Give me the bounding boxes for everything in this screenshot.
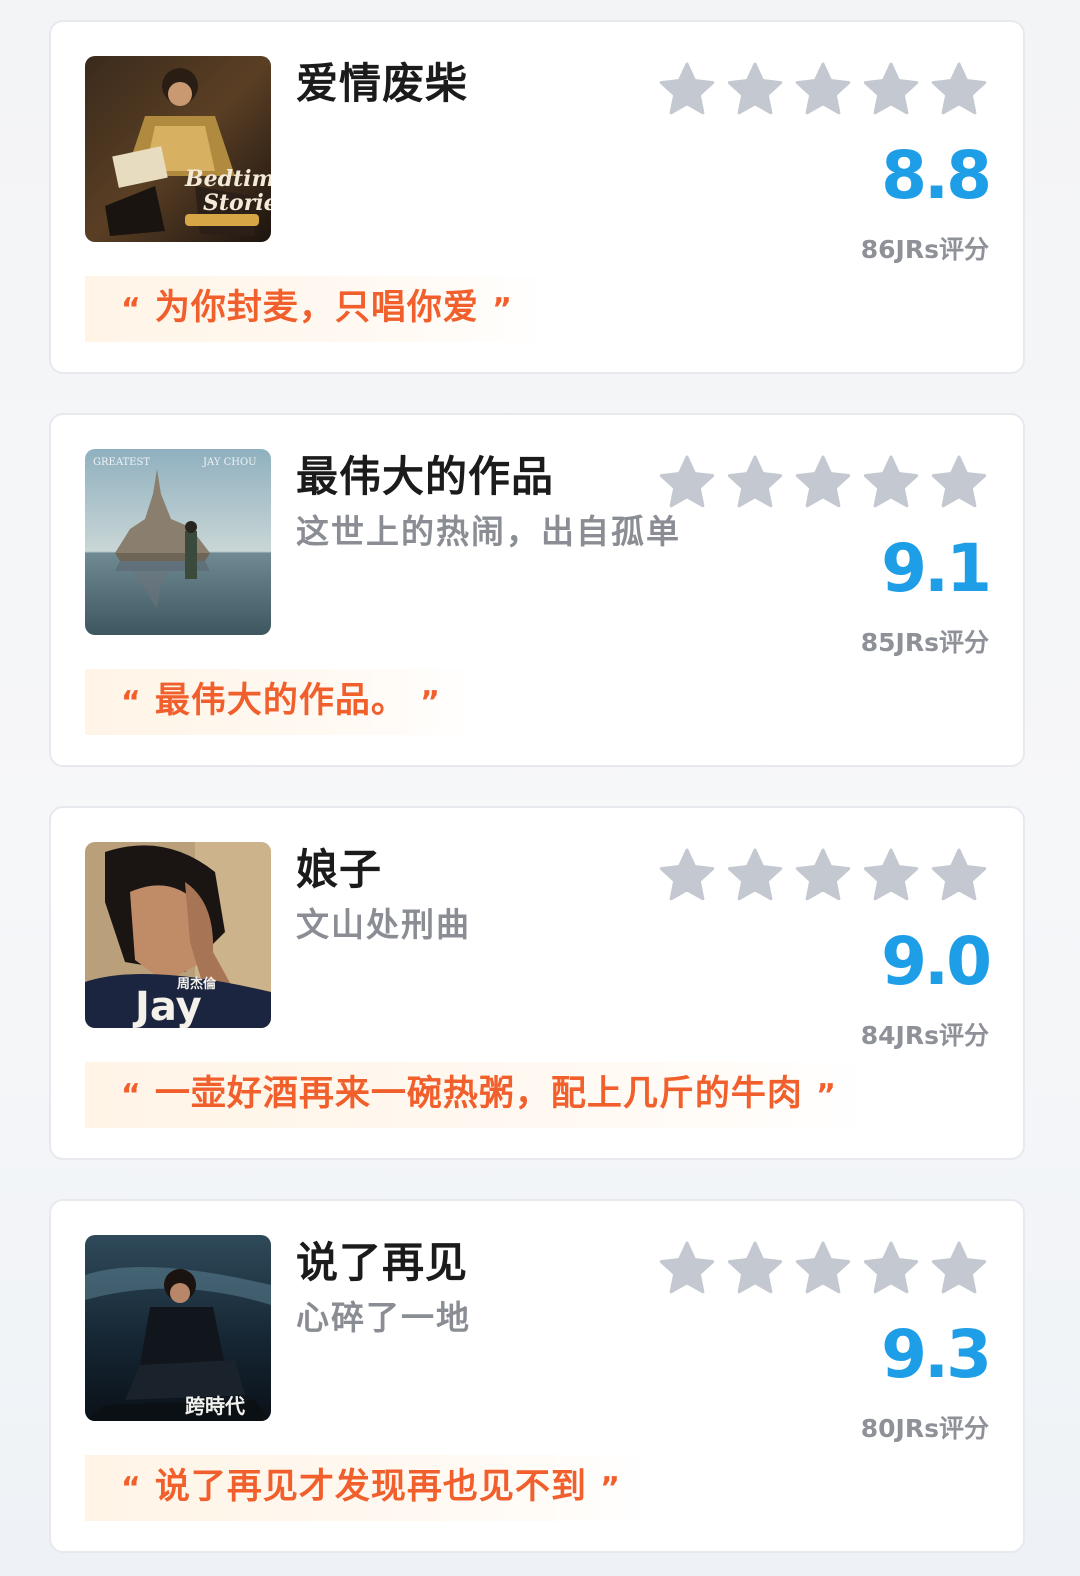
song-title: 最伟大的作品	[296, 452, 555, 501]
close-quote: ”	[420, 685, 441, 720]
hot-comment[interactable]: “ 一壶好酒再来一碗热粥，配上几斤的牛肉 ”	[85, 1062, 871, 1128]
album-cover-bedtime-stories-icon: Bedtime Stories	[85, 56, 271, 242]
open-quote: “	[121, 685, 142, 720]
svg-text:GREATEST: GREATEST	[93, 457, 150, 468]
star-icon[interactable]	[657, 846, 717, 906]
close-quote: ”	[492, 292, 513, 327]
comment-text: 一壶好酒再来一碗热粥，配上几斤的牛肉	[154, 1074, 803, 1114]
star-icon[interactable]	[725, 453, 785, 513]
star-icon[interactable]	[861, 60, 921, 120]
song-card[interactable]: Bedtime Stories 爱情废柴 8.8 86JRs评分 “ 为你封麦，…	[49, 20, 1025, 374]
score-value: 8.8	[881, 137, 992, 214]
star-icon[interactable]	[657, 1239, 717, 1299]
album-cover-the-era-icon: 跨時代	[85, 1235, 271, 1421]
album-cover[interactable]: GREATEST JAY CHOU	[85, 449, 271, 635]
star-icon[interactable]	[725, 1239, 785, 1299]
star-icon[interactable]	[929, 1239, 989, 1299]
song-subtitle: 文山处刑曲	[296, 905, 471, 944]
album-cover[interactable]: Jay 周杰倫	[85, 842, 271, 1028]
star-rating[interactable]	[657, 846, 997, 906]
star-icon[interactable]	[929, 453, 989, 513]
vote-count: 80JRs评分	[860, 1414, 989, 1443]
song-card[interactable]: Jay 周杰倫 娘子 文山处刑曲 9.0 84JRs评分 “ 一壶好酒再来一碗热…	[49, 806, 1025, 1160]
star-icon[interactable]	[861, 846, 921, 906]
song-subtitle: 这世上的热闹，出自孤单	[296, 512, 681, 551]
score-value: 9.3	[881, 1316, 992, 1393]
star-icon[interactable]	[861, 453, 921, 513]
song-subtitle: 心碎了一地	[296, 1298, 471, 1337]
open-quote: “	[121, 1078, 142, 1113]
vote-count: 84JRs评分	[860, 1021, 989, 1050]
comment-text: 为你封麦，只唱你爱	[154, 288, 479, 328]
star-rating[interactable]	[657, 60, 997, 120]
song-title: 说了再见	[296, 1238, 469, 1287]
hot-comment[interactable]: “ 最伟大的作品。 ”	[85, 669, 475, 735]
star-rating[interactable]	[657, 453, 997, 513]
album-cover[interactable]: 跨時代	[85, 1235, 271, 1421]
comment-text: 说了再见才发现再也见不到	[154, 1467, 587, 1507]
star-icon[interactable]	[657, 453, 717, 513]
hot-comment[interactable]: “ 说了再见才发现再也见不到 ”	[85, 1455, 655, 1521]
song-title: 娘子	[296, 845, 383, 894]
star-icon[interactable]	[929, 60, 989, 120]
score-value: 9.0	[881, 923, 992, 1000]
vote-count: 86JRs评分	[860, 235, 989, 264]
star-rating[interactable]	[657, 1239, 997, 1299]
score-value: 9.1	[881, 530, 992, 607]
svg-text:Bedtime: Bedtime	[184, 166, 271, 192]
song-card[interactable]: GREATEST JAY CHOU 最伟大的作品 这世上的热闹，出自孤单 9.1…	[49, 413, 1025, 767]
open-quote: “	[121, 1471, 142, 1506]
vote-count: 85JRs评分	[860, 628, 989, 657]
star-icon[interactable]	[793, 60, 853, 120]
star-icon[interactable]	[657, 60, 717, 120]
svg-text:JAY CHOU: JAY CHOU	[202, 457, 257, 468]
close-quote: ”	[600, 1471, 621, 1506]
svg-text:跨時代: 跨時代	[185, 1394, 245, 1418]
close-quote: ”	[816, 1078, 837, 1113]
song-card[interactable]: 跨時代 说了再见 心碎了一地 9.3 80JRs评分 “ 说了再见才发现再也见不…	[49, 1199, 1025, 1553]
star-icon[interactable]	[929, 846, 989, 906]
album-cover-jay-icon: Jay 周杰倫	[85, 842, 271, 1028]
song-title: 爱情废柴	[296, 59, 469, 108]
album-cover[interactable]: Bedtime Stories	[85, 56, 271, 242]
star-icon[interactable]	[793, 453, 853, 513]
open-quote: “	[121, 292, 142, 327]
star-icon[interactable]	[793, 846, 853, 906]
comment-text: 最伟大的作品。	[154, 681, 407, 721]
hot-comment[interactable]: “ 为你封麦，只唱你爱 ”	[85, 276, 547, 342]
star-icon[interactable]	[861, 1239, 921, 1299]
star-icon[interactable]	[725, 60, 785, 120]
star-icon[interactable]	[725, 846, 785, 906]
star-icon[interactable]	[793, 1239, 853, 1299]
svg-text:周杰倫: 周杰倫	[177, 976, 217, 992]
svg-text:Stories: Stories	[203, 190, 271, 216]
song-rating-list: Bedtime Stories 爱情废柴 8.8 86JRs评分 “ 为你封麦，…	[0, 0, 1080, 1576]
album-cover-greatest-works-icon: GREATEST JAY CHOU	[85, 449, 271, 635]
